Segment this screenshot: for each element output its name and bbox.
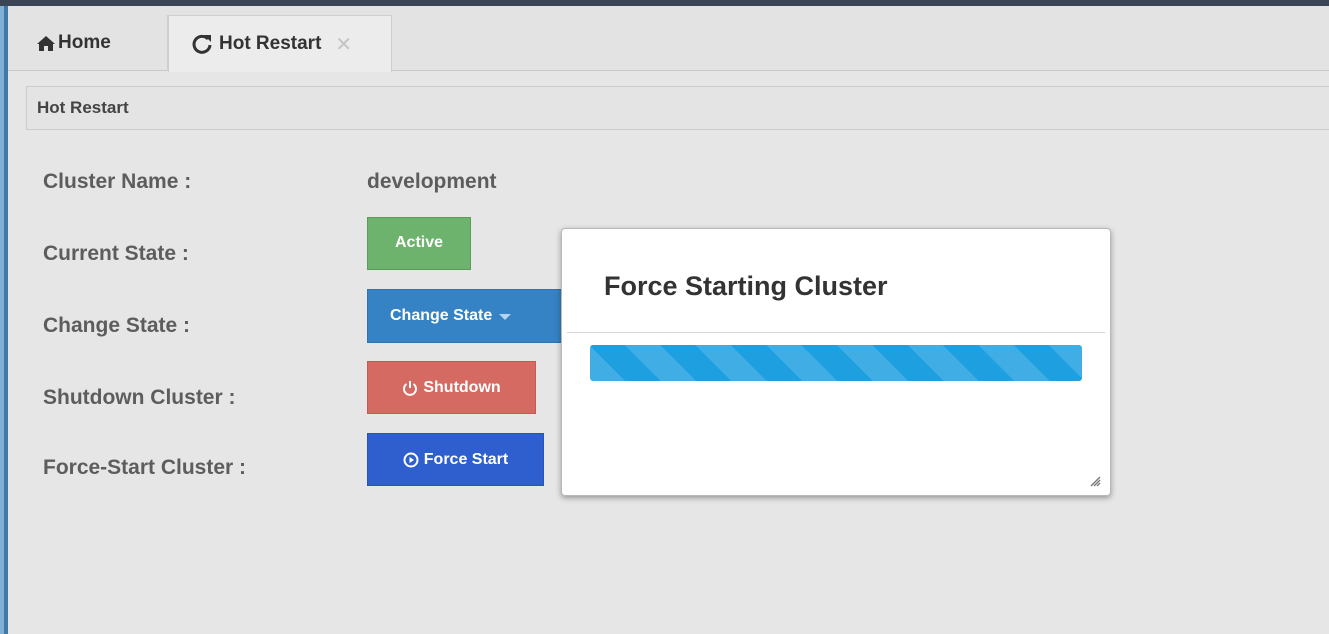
progress-bar: [590, 345, 1082, 381]
power-icon: [402, 380, 418, 396]
tab-hot-restart[interactable]: Hot Restart ✕: [168, 15, 392, 72]
shutdown-cluster-label: Shutdown Cluster :: [43, 386, 236, 409]
cluster-name-label: Cluster Name :: [43, 170, 192, 193]
force-start-dialog: Force Starting Cluster: [561, 228, 1111, 496]
current-state-label: Current State :: [43, 242, 189, 265]
change-state-button-label: Change State: [390, 307, 493, 324]
change-state-label: Change State :: [43, 314, 191, 337]
tab-home[interactable]: Home: [16, 15, 168, 71]
cluster-name-value: development: [367, 170, 497, 193]
tab-home-label: Home: [58, 32, 111, 53]
force-start-button[interactable]: Force Start: [367, 433, 544, 486]
home-icon: [36, 33, 56, 53]
tab-bar: Home Hot Restart ✕: [8, 6, 1329, 72]
active-state-button[interactable]: Active: [367, 217, 471, 270]
tab-hot-restart-label: Hot Restart: [219, 33, 322, 54]
dialog-divider: [567, 332, 1105, 333]
force-start-button-label: Force Start: [423, 450, 509, 468]
resize-handle-icon[interactable]: [1089, 474, 1101, 487]
active-state-label: Active: [394, 233, 444, 251]
close-icon[interactable]: ✕: [335, 32, 352, 57]
refresh-icon: [191, 33, 213, 55]
play-circle-icon: [403, 452, 419, 468]
panel-title: Hot Restart: [37, 98, 129, 117]
force-start-cluster-label: Force-Start Cluster :: [43, 456, 247, 479]
dialog-title: Force Starting Cluster: [604, 271, 888, 301]
shutdown-button-label: Shutdown: [423, 378, 501, 396]
change-state-dropdown[interactable]: Change State: [367, 289, 563, 343]
window-left-border: [0, 6, 8, 634]
chevron-down-icon: [499, 314, 512, 320]
shutdown-button[interactable]: Shutdown: [367, 361, 536, 414]
panel-header: Hot Restart: [26, 86, 1329, 130]
